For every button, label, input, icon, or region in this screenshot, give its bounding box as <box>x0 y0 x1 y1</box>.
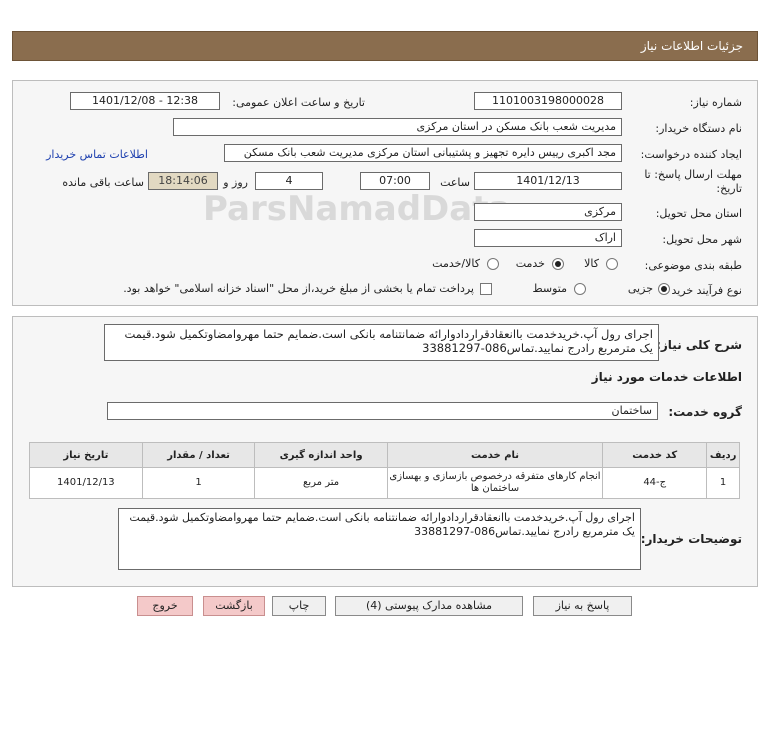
deadline-label: مهلت ارسال پاسخ: تا <box>644 168 742 181</box>
col-name: نام خدمت <box>386 442 604 468</box>
cell-unit: متر مربع <box>254 467 388 499</box>
category-option-goods-service: کالا/خدمت <box>432 257 480 270</box>
col-code: کد خدمت <box>602 442 708 468</box>
buyer-org-field[interactable]: مدیریت شعب بانک مسکن در استان مرکزی <box>173 118 622 136</box>
exit-button[interactable]: خروج <box>137 596 193 616</box>
category-label: طبقه بندی موضوعی: <box>644 259 742 272</box>
requester-field[interactable]: مجد اکبری رییس دایره تجهیز و پشتیبانی اس… <box>224 144 622 162</box>
col-date: تاریخ نیاز <box>29 442 143 468</box>
category-radio-service[interactable] <box>552 258 564 270</box>
cell-name: انجام کارهای متفرقه درخصوص بازسازی و بهس… <box>386 467 604 499</box>
cell-code: ج-44 <box>602 467 708 499</box>
process-option-medium: متوسط <box>532 282 567 295</box>
category-option-service: خدمت <box>515 257 545 270</box>
remaining-time-field: 18:14:06 <box>148 172 218 190</box>
announce-datetime-field[interactable]: 1401/12/08 - 12:38 <box>70 92 220 110</box>
deadline-time-field[interactable]: 07:00 <box>360 172 430 190</box>
services-table-header: ردیف کد خدمت نام خدمت واحد اندازه گیری ت… <box>29 442 740 468</box>
deadline-days-label: روز و <box>223 176 248 189</box>
need-number-field[interactable]: 1101003198000028 <box>474 92 622 110</box>
remaining-time-label: ساعت باقی مانده <box>62 176 144 189</box>
process-radio-medium[interactable] <box>574 283 586 295</box>
buyer-notes-label: توضیحات خریدار: <box>640 532 742 546</box>
table-row: 1 ج-44 انجام کارهای متفرقه درخصوص بازساز… <box>29 467 740 499</box>
category-radio-goods-service[interactable] <box>487 258 499 270</box>
delivery-province-label: استان محل تحویل: <box>655 207 742 220</box>
watermark-brand: ParsNamadData <box>203 189 512 229</box>
summary-text: اجرای رول آپ.خریدخدمت باانعقادقراردادوار… <box>104 324 659 361</box>
reply-button[interactable]: پاسخ به نیاز <box>533 596 632 616</box>
buyer-contact-link[interactable]: اطلاعات تماس خریدار <box>46 148 148 161</box>
deadline-label-date: تاریخ: <box>716 182 742 195</box>
treasury-payment-note: پرداخت تمام یا بخشی از مبلغ خرید،از محل … <box>123 282 474 295</box>
buyer-notes-text: اجرای رول آپ.خریدخدمت باانعقادقراردادوار… <box>118 508 641 570</box>
services-table: ردیف کد خدمت نام خدمت واحد اندازه گیری ت… <box>29 442 740 499</box>
service-group-field[interactable]: ساختمان <box>107 402 658 420</box>
buyer-org-label: نام دستگاه خریدار: <box>655 122 742 135</box>
services-title: اطلاعات خدمات مورد نیاز <box>591 370 742 384</box>
col-index: ردیف <box>706 442 740 468</box>
delivery-province-field[interactable]: مرکزی <box>474 203 622 221</box>
process-radio-minor[interactable] <box>658 283 670 295</box>
page-title: جزئیات اطلاعات نیاز <box>12 31 758 61</box>
delivery-city-label: شهر محل تحویل: <box>662 233 742 246</box>
cell-index: 1 <box>706 467 740 499</box>
delivery-city-field[interactable]: اراک <box>474 229 622 247</box>
announce-datetime-label: تاریخ و ساعت اعلان عمومی: <box>232 96 365 109</box>
category-radio-goods[interactable] <box>606 258 618 270</box>
cell-qty: 1 <box>141 467 256 499</box>
col-qty: تعداد / مقدار <box>141 442 256 468</box>
summary-label: شرح کلی نیاز: <box>656 338 742 352</box>
cell-date: 1401/12/13 <box>29 467 143 499</box>
process-label: نوع فرآیند خرید : <box>664 284 742 297</box>
requester-label: ایجاد کننده درخواست: <box>640 148 742 161</box>
col-unit: واحد اندازه گیری <box>254 442 388 468</box>
deadline-days-field[interactable]: 4 <box>255 172 323 190</box>
process-option-minor: جزیی <box>627 282 653 295</box>
category-option-goods: کالا <box>584 257 599 270</box>
attachments-button[interactable]: مشاهده مدارک پیوستی (4) <box>335 596 523 616</box>
need-details-panel: ParsNamadData <box>12 80 758 306</box>
service-group-label: گروه خدمت: <box>668 405 742 419</box>
treasury-payment-checkbox[interactable] <box>480 283 492 295</box>
need-number-label: شماره نیاز: <box>689 96 742 109</box>
print-button[interactable]: چاپ <box>272 596 326 616</box>
back-button[interactable]: بازگشت <box>203 596 265 616</box>
deadline-time-label: ساعت <box>440 176 470 189</box>
deadline-date-field[interactable]: 1401/12/13 <box>474 172 622 190</box>
